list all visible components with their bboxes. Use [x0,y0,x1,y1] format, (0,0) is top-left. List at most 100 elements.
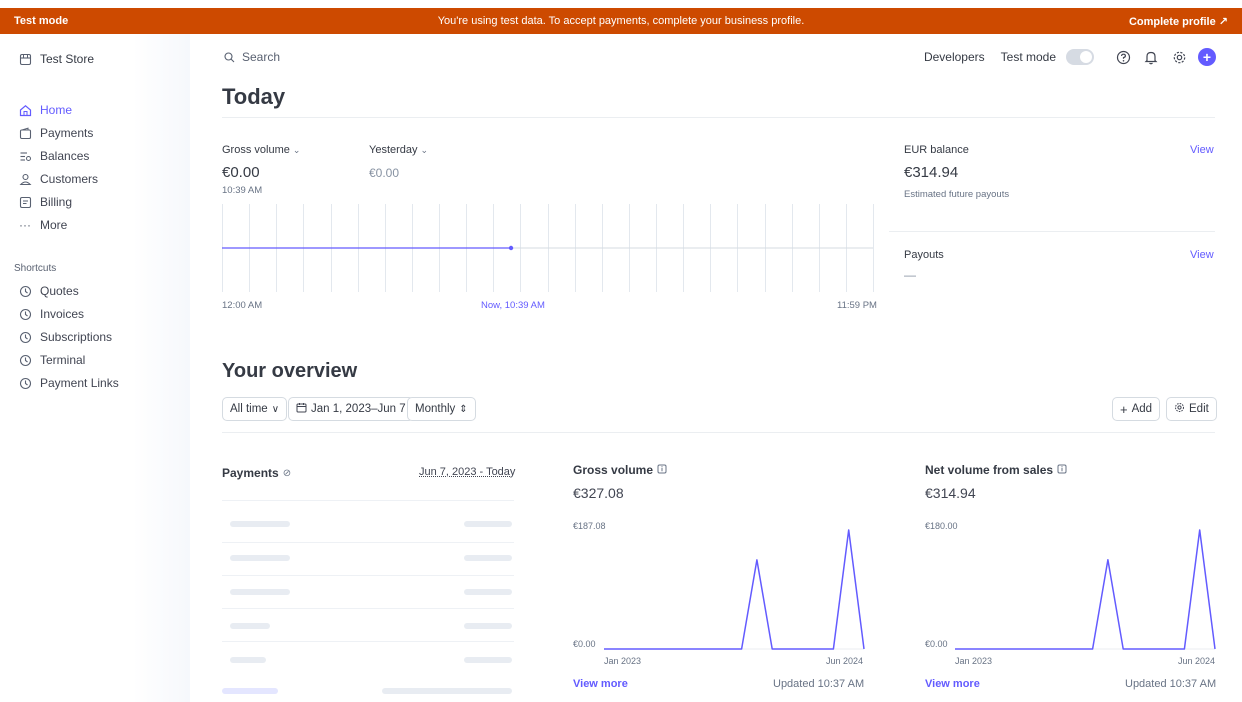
shortcut-terminal[interactable]: Terminal [18,351,85,369]
net-view-more-link[interactable]: View more [925,678,980,690]
chart-gridline [710,204,712,292]
gear-icon [1174,402,1185,416]
compare-dropdown[interactable]: Yesterday ⌄ [369,144,428,156]
chart-gridline [818,204,820,292]
sidebar-item-label: Payments [40,126,94,140]
chart-gridline [249,204,251,292]
wallet-icon [18,126,32,140]
shortcut-label: Invoices [40,307,85,321]
list-item [464,555,512,561]
shortcut-label: Payment Links [40,376,119,390]
edit-overview-button[interactable]: Edit [1166,397,1217,421]
search-input[interactable]: Search [222,50,280,64]
x-axis-end: 11:59 PM [837,300,877,311]
eur-balance-label: EUR balance [904,144,969,156]
overview-heading: Your overview [222,360,358,382]
sidebar-item-payments[interactable]: Payments [18,124,93,142]
payouts-value: — [904,268,916,282]
list-divider [222,542,514,543]
interval-select[interactable]: Monthly ⇕ [407,397,476,421]
compare-label: Yesterday [369,144,418,156]
divider [222,117,1215,118]
updown-chevron-icon: ⇕ [459,403,468,415]
list-item [464,657,512,663]
chart-gridline [683,204,685,292]
payouts-label: Payouts [904,249,944,261]
list-divider [222,500,514,501]
sidebar-item-label: Billing [40,195,73,209]
gross-volume-total: €327.08 [573,485,624,501]
shortcuts-heading: Shortcuts [14,263,57,274]
bell-icon[interactable] [1142,48,1160,66]
store-switcher[interactable]: Test Store [18,52,94,66]
calendar-icon [296,402,307,416]
sidebar-item-customers[interactable]: Customers [18,170,98,188]
yesterday-value: €0.00 [369,166,400,180]
shortcut-payment-links[interactable]: Payment Links [18,374,119,392]
complete-profile-link[interactable]: Complete profile ↗ [1028,15,1228,28]
list-item [464,589,512,595]
page-title: Today [222,84,286,109]
plus-icon: + [1120,401,1128,417]
payouts-view-link[interactable]: View [1190,249,1214,261]
divider [889,231,1215,232]
info-icon [657,463,667,477]
developers-link[interactable]: Developers [924,50,985,64]
sidebar-item-more[interactable]: ··· More [18,216,67,234]
chart-gridline [439,204,440,292]
create-button[interactable]: + [1198,48,1216,66]
list-divider [222,641,514,642]
shortcut-invoices[interactable]: Invoices [18,305,84,323]
test-mode-toggle[interactable] [1066,49,1094,65]
list-item [230,589,290,595]
search-placeholder: Search [242,50,281,64]
help-icon[interactable] [1114,48,1132,66]
add-widget-button[interactable]: + Add [1112,397,1161,421]
list-divider [222,608,514,609]
shortcut-quotes[interactable]: Quotes [18,282,79,300]
user-icon [18,172,32,186]
shortcut-subscriptions[interactable]: Subscriptions [18,328,112,346]
billing-icon [18,195,32,209]
divider [222,432,1215,433]
balance-view-link[interactable]: View [1190,144,1214,156]
chart-gridline [656,204,657,292]
time-range-label: All time [230,403,268,415]
chart-gridline [845,204,847,292]
net-y-max: €180.00 [925,521,958,531]
clock-icon [18,307,32,321]
time-range-select[interactable]: All time ∨ [222,397,288,421]
list-item [230,521,290,527]
chart-gridline [330,204,332,292]
chart-gridline [737,204,739,292]
gross-view-more-link[interactable]: View more [573,678,628,690]
chart-gridline [873,204,874,292]
clock-icon [18,284,32,298]
sidebar-item-billing[interactable]: Billing [18,193,72,211]
x-axis-start: 12:00 AM [222,300,263,311]
sidebar-item-label: Home [40,103,73,117]
chart-gridline [303,204,305,292]
search-icon [222,50,236,64]
date-range-picker[interactable]: Jan 1, 2023–Jun 7 [288,397,414,421]
clock-icon [18,353,32,367]
gross-volume-title: Gross volume [573,463,654,477]
list-item [382,688,512,694]
gross-updated-time: Updated 10:37 AM [773,678,865,690]
sidebar-item-label: Customers [40,172,99,186]
chart-gridline [601,204,603,292]
chart-gridline [628,204,630,292]
chart-gridline [791,204,793,292]
chart-gridline [222,204,223,292]
sidebar-item-home[interactable]: Home [18,101,72,119]
gross-y-min: €0.00 [573,639,596,649]
test-mode-banner: Test mode You're using test data. To acc… [0,8,1242,34]
payments-card-title: Payments ⊘ [222,466,291,480]
chart-gridline [384,204,386,292]
gross-volume-dropdown[interactable]: Gross volume ⌄ [222,144,300,156]
payments-date-range[interactable]: Jun 7, 2023 - Today [419,466,515,478]
net-updated-time: Updated 10:37 AM [1125,678,1217,690]
sidebar-item-balances[interactable]: Balances [18,147,89,165]
gross-y-max: €187.08 [573,521,606,531]
gear-icon[interactable] [1170,48,1188,66]
